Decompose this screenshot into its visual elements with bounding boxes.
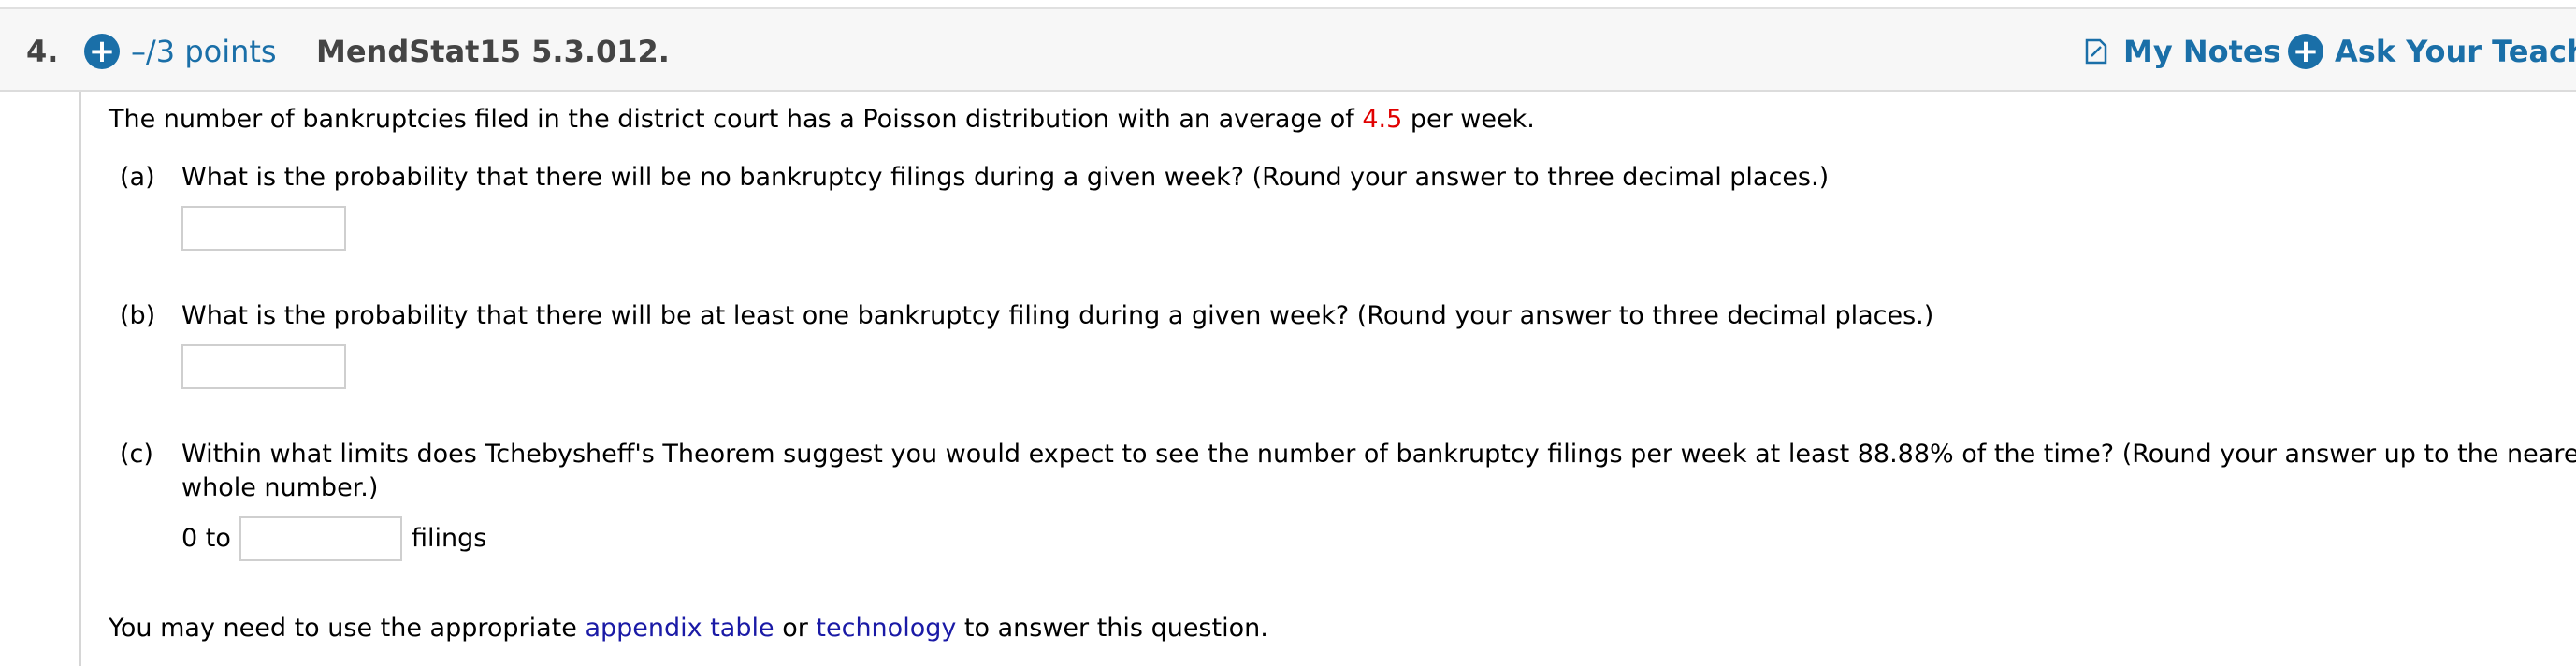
part-a-question: What is the probability that there will … xyxy=(181,163,1830,192)
plus-circle-icon[interactable]: + xyxy=(84,34,120,69)
part-b-answer-input[interactable] xyxy=(181,344,346,389)
notes-icon[interactable] xyxy=(2082,37,2110,65)
problem-intro: The number of bankruptcies filed in the … xyxy=(109,105,1535,134)
part-c-range-prefix: 0 to xyxy=(181,524,231,553)
footer-text-or: or xyxy=(774,614,817,643)
part-b-question: What is the probability that there will … xyxy=(181,301,1934,330)
intro-value: 4.5 xyxy=(1362,105,1403,134)
part-c-question-line2: whole number.) xyxy=(181,473,379,502)
footer-note: You may need to use the appropriate appe… xyxy=(109,614,1268,643)
question-header: 4. + –/3 points MendStat15 5.3.012. My N… xyxy=(0,9,2576,92)
top-divider xyxy=(0,0,2576,9)
footer-text-end: to answer this question. xyxy=(956,614,1268,643)
intro-text-end: per week. xyxy=(1402,105,1535,134)
question-number: 4. xyxy=(26,34,59,69)
part-c-label: (c) xyxy=(120,440,153,469)
plus-circle-icon[interactable]: + xyxy=(2288,34,2323,69)
part-b-label: (b) xyxy=(120,301,156,330)
part-a-answer-input[interactable] xyxy=(181,206,346,251)
footer-text: You may need to use the appropriate xyxy=(109,614,586,643)
technology-link[interactable]: technology xyxy=(816,614,956,643)
part-c-upper-limit-input[interactable] xyxy=(239,516,402,561)
ask-your-teacher-link[interactable]: Ask Your Teacher xyxy=(2335,34,2576,69)
intro-text: The number of bankruptcies filed in the … xyxy=(109,105,1363,134)
part-c-question-line1: Within what limits does Tchebysheff's Th… xyxy=(181,440,2576,469)
part-c-range-suffix: filings xyxy=(412,524,487,553)
appendix-table-link[interactable]: appendix table xyxy=(585,614,774,643)
question-id: MendStat15 5.3.012. xyxy=(316,34,670,69)
part-a-label: (a) xyxy=(120,163,155,192)
content-left-rule xyxy=(79,92,81,666)
points-link[interactable]: –/3 points xyxy=(131,34,277,69)
my-notes-link[interactable]: My Notes xyxy=(2123,34,2281,69)
